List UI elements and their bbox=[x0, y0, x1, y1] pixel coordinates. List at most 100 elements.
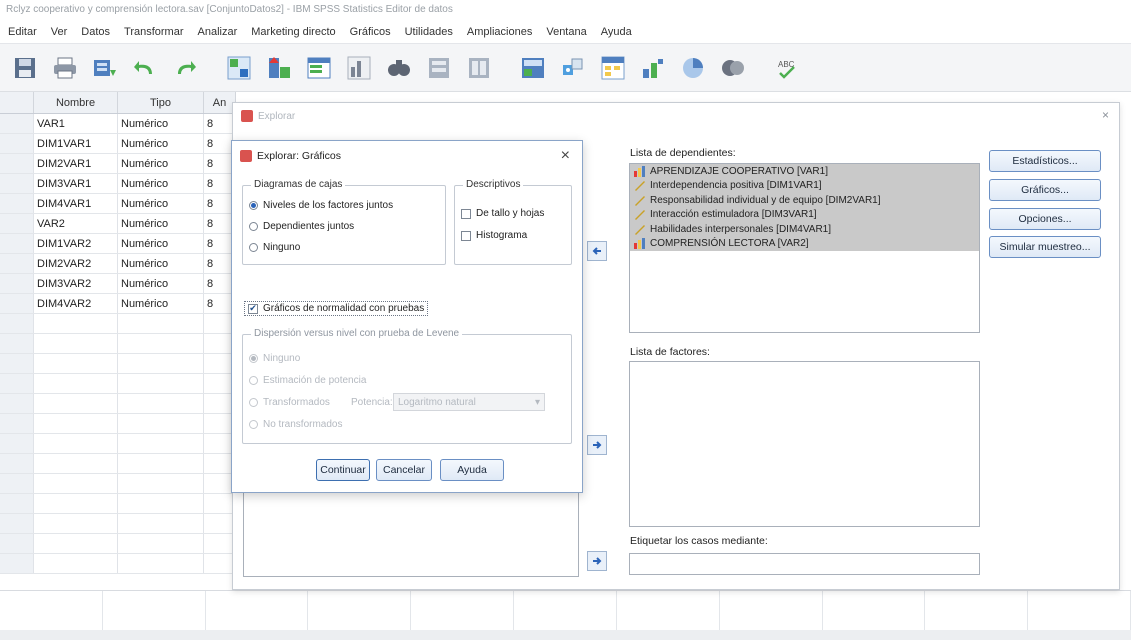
table-row[interactable] bbox=[0, 454, 236, 474]
name-cell[interactable]: DIM4VAR1 bbox=[34, 194, 118, 213]
name-cell[interactable]: DIM4VAR2 bbox=[34, 294, 118, 313]
use-sets-icon[interactable] bbox=[598, 53, 628, 83]
show-all-icon[interactable] bbox=[638, 53, 668, 83]
variables-icon[interactable] bbox=[304, 53, 334, 83]
row-number-cell[interactable] bbox=[0, 474, 34, 493]
row-number-cell[interactable] bbox=[0, 254, 34, 273]
label-cases-field[interactable] bbox=[629, 553, 980, 575]
row-number-cell[interactable] bbox=[0, 134, 34, 153]
type-cell[interactable]: Numérico bbox=[118, 154, 204, 173]
continuar-button[interactable]: Continuar bbox=[316, 459, 370, 481]
row-number-cell[interactable] bbox=[0, 154, 34, 173]
row-number-cell[interactable] bbox=[0, 354, 34, 373]
type-cell[interactable] bbox=[118, 314, 204, 333]
radio-untransformed[interactable]: No transformados bbox=[249, 419, 342, 430]
type-cell[interactable] bbox=[118, 374, 204, 393]
print-icon[interactable] bbox=[50, 53, 80, 83]
type-cell[interactable] bbox=[118, 534, 204, 553]
row-number-cell[interactable] bbox=[0, 554, 34, 573]
table-row[interactable]: VAR2 Numérico 8 bbox=[0, 214, 236, 234]
name-cell[interactable] bbox=[34, 454, 118, 473]
row-number-cell[interactable] bbox=[0, 114, 34, 133]
row-number-cell[interactable] bbox=[0, 514, 34, 533]
dependent-item[interactable]: COMPRENSIÓN LECTORA [VAR2] bbox=[630, 236, 979, 251]
explorar-close-icon[interactable]: × bbox=[1102, 108, 1109, 122]
type-cell[interactable] bbox=[118, 394, 204, 413]
row-number-cell[interactable] bbox=[0, 374, 34, 393]
column-header-tipo[interactable]: Tipo bbox=[118, 92, 204, 113]
name-cell[interactable] bbox=[34, 394, 118, 413]
type-cell[interactable] bbox=[118, 494, 204, 513]
table-row[interactable] bbox=[0, 354, 236, 374]
type-cell[interactable] bbox=[118, 474, 204, 493]
type-cell[interactable] bbox=[118, 454, 204, 473]
split-file-icon[interactable] bbox=[424, 53, 454, 83]
type-cell[interactable] bbox=[118, 354, 204, 373]
row-number-cell[interactable] bbox=[0, 314, 34, 333]
type-cell[interactable] bbox=[118, 514, 204, 533]
type-cell[interactable]: Numérico bbox=[118, 134, 204, 153]
move-dependent-arrow-icon[interactable] bbox=[587, 241, 607, 261]
row-number-cell[interactable] bbox=[0, 334, 34, 353]
row-number-cell[interactable] bbox=[0, 454, 34, 473]
save-icon[interactable] bbox=[10, 53, 40, 83]
name-cell[interactable]: DIM1VAR2 bbox=[34, 234, 118, 253]
name-cell[interactable] bbox=[34, 554, 118, 573]
row-number-cell[interactable] bbox=[0, 274, 34, 293]
table-row[interactable]: DIM4VAR1 Numérico 8 bbox=[0, 194, 236, 214]
type-cell[interactable]: Numérico bbox=[118, 214, 204, 233]
menu-ver[interactable]: Ver bbox=[51, 26, 68, 38]
row-number-cell[interactable] bbox=[0, 434, 34, 453]
dependents-list[interactable]: APRENDIZAJE COOPERATIVO [VAR1] Interdepe… bbox=[629, 163, 980, 333]
row-number-cell[interactable] bbox=[0, 394, 34, 413]
menu-datos[interactable]: Datos bbox=[81, 26, 110, 38]
table-row[interactable]: DIM2VAR1 Numérico 8 bbox=[0, 154, 236, 174]
radio-spread-none[interactable]: Ninguno bbox=[249, 353, 300, 364]
graficos-close-icon[interactable]: × bbox=[561, 147, 570, 165]
table-row[interactable] bbox=[0, 494, 236, 514]
cancelar-button[interactable]: Cancelar bbox=[376, 459, 432, 481]
table-row[interactable] bbox=[0, 474, 236, 494]
ayuda-button[interactable]: Ayuda bbox=[440, 459, 504, 481]
goto-variable-icon[interactable] bbox=[264, 53, 294, 83]
name-cell[interactable]: DIM2VAR1 bbox=[34, 154, 118, 173]
dependent-item[interactable]: Habilidades interpersonales [DIM4VAR1] bbox=[630, 222, 979, 237]
column-header-nombre[interactable]: Nombre bbox=[34, 92, 118, 113]
name-cell[interactable] bbox=[34, 514, 118, 533]
opciones-button[interactable]: Opciones... bbox=[989, 208, 1101, 230]
name-cell[interactable] bbox=[34, 534, 118, 553]
radio-power-estimation[interactable]: Estimación de potencia bbox=[249, 375, 366, 386]
name-cell[interactable]: VAR2 bbox=[34, 214, 118, 233]
table-row[interactable] bbox=[0, 394, 236, 414]
select-cases-icon[interactable] bbox=[464, 53, 494, 83]
row-number-cell[interactable] bbox=[0, 214, 34, 233]
name-cell[interactable] bbox=[34, 474, 118, 493]
type-cell[interactable]: Numérico bbox=[118, 174, 204, 193]
radio-none-boxplot[interactable]: Ninguno bbox=[249, 242, 300, 253]
row-number-cell[interactable] bbox=[0, 534, 34, 553]
table-row[interactable] bbox=[0, 534, 236, 554]
menu-transformar[interactable]: Transformar bbox=[124, 26, 184, 38]
name-cell[interactable]: DIM3VAR1 bbox=[34, 174, 118, 193]
estadisticos-button[interactable]: Estadísticos... bbox=[989, 150, 1101, 172]
row-number-cell[interactable] bbox=[0, 174, 34, 193]
menu-utilidades[interactable]: Utilidades bbox=[405, 26, 453, 38]
table-row[interactable]: DIM1VAR1 Numérico 8 bbox=[0, 134, 236, 154]
row-number-cell[interactable] bbox=[0, 294, 34, 313]
undo-icon[interactable] bbox=[130, 53, 160, 83]
dependent-item[interactable]: Interdependencia positiva [DIM1VAR1] bbox=[630, 178, 979, 193]
move-factor-arrow-icon[interactable] bbox=[587, 435, 607, 455]
dependent-item[interactable]: Interacción estimuladora [DIM3VAR1] bbox=[630, 207, 979, 222]
name-cell[interactable]: VAR1 bbox=[34, 114, 118, 133]
name-cell[interactable]: DIM2VAR2 bbox=[34, 254, 118, 273]
table-row[interactable]: DIM2VAR2 Numérico 8 bbox=[0, 254, 236, 274]
horizontal-scrollbar[interactable] bbox=[0, 630, 1131, 640]
dependent-item[interactable]: APRENDIZAJE COOPERATIVO [VAR1] bbox=[630, 164, 979, 179]
type-cell[interactable] bbox=[118, 414, 204, 433]
name-cell[interactable] bbox=[34, 494, 118, 513]
type-cell[interactable]: Numérico bbox=[118, 274, 204, 293]
menu-editar[interactable]: Editar bbox=[8, 26, 37, 38]
row-number-cell[interactable] bbox=[0, 234, 34, 253]
row-number-cell[interactable] bbox=[0, 194, 34, 213]
table-row[interactable]: DIM3VAR1 Numérico 8 bbox=[0, 174, 236, 194]
